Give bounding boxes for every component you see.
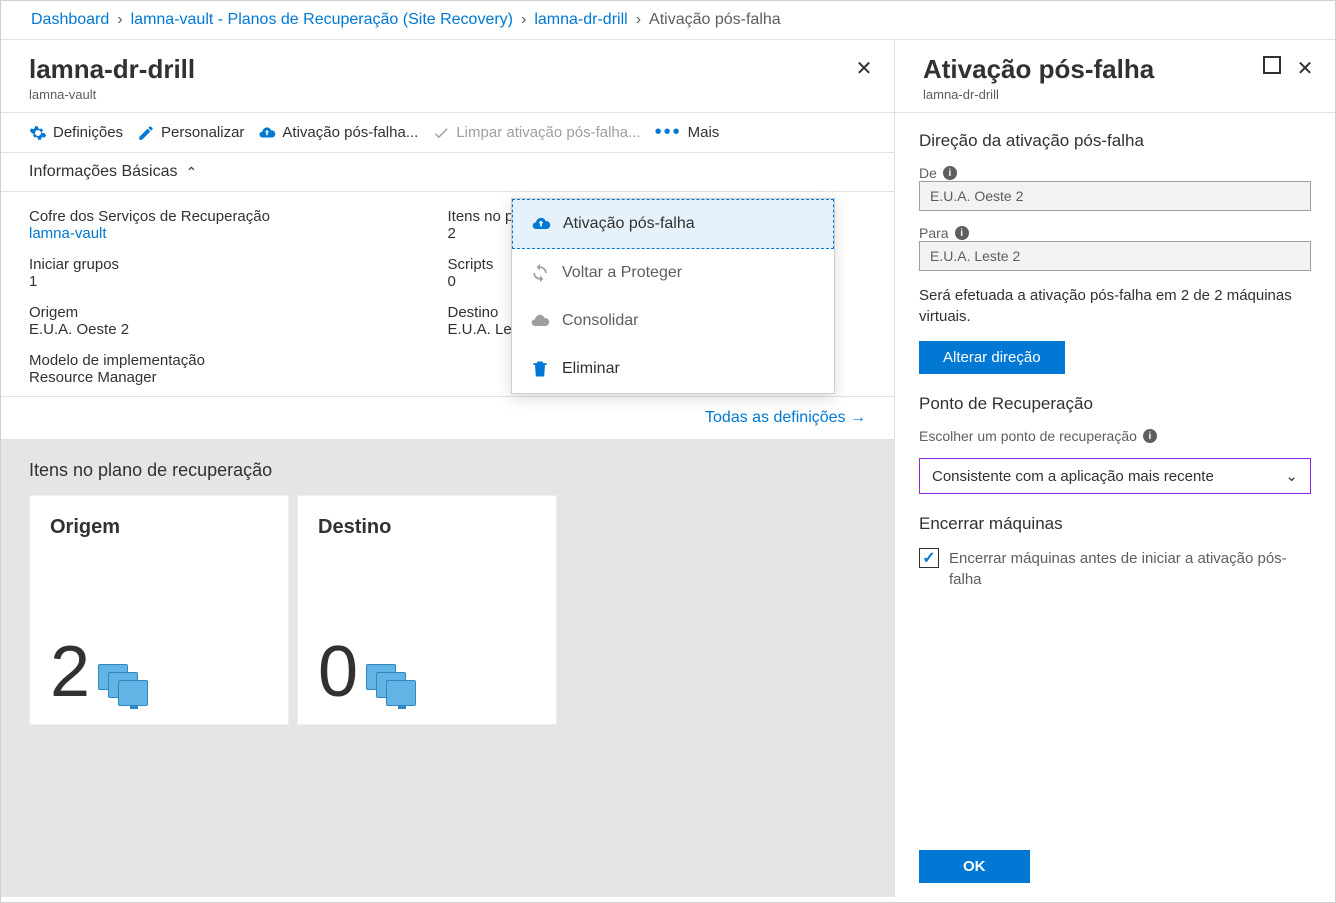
- chevron-right-icon: ›: [521, 11, 526, 29]
- menu-delete-label: Eliminar: [562, 360, 620, 378]
- chevron-down-icon: ⌄: [1285, 467, 1298, 485]
- maximize-icon[interactable]: [1263, 56, 1281, 74]
- cloud-check-icon: [530, 311, 550, 331]
- cloud-arrow-icon: [531, 214, 551, 234]
- breadcrumb-current: Ativação pós-falha: [649, 11, 781, 29]
- breadcrumb-link-dashboard[interactable]: Dashboard: [31, 11, 109, 29]
- vm-stack-icon: [98, 664, 150, 708]
- dest-tile[interactable]: Destino 0: [297, 495, 557, 725]
- vault-link[interactable]: lamna-vault: [29, 225, 448, 242]
- context-menu: Ativação pós-falha Voltar a Proteger Con…: [511, 198, 835, 394]
- pencil-icon: [137, 124, 155, 142]
- tiles-header: Itens no plano de recuperação: [29, 460, 866, 481]
- right-pane-header: Ativação pós-falha lamna-dr-drill ✕: [895, 40, 1335, 113]
- recovery-point-value: Consistente com a aplicação mais recente: [932, 468, 1214, 485]
- info-icon[interactable]: i: [1143, 429, 1157, 443]
- breadcrumb-link-vault[interactable]: lamna-vault - Planos de Recuperação (Sit…: [131, 11, 513, 29]
- all-settings-link[interactable]: Todas as definições →: [705, 409, 866, 426]
- right-pane: Ativação pós-falha lamna-dr-drill ✕ Dire…: [895, 40, 1335, 897]
- trash-icon: [530, 359, 550, 379]
- arrow-right-icon: →: [850, 409, 866, 426]
- gear-icon: [29, 124, 47, 142]
- cleanup-button: Limpar ativação pós-falha...: [432, 124, 640, 142]
- vm-stack-icon: [366, 664, 418, 708]
- recovery-point-header: Ponto de Recuperação: [919, 394, 1311, 414]
- from-input: [919, 181, 1311, 211]
- dest-tile-title: Destino: [318, 516, 536, 539]
- cleanup-label: Limpar ativação pós-falha...: [456, 124, 640, 141]
- ellipsis-icon: •••: [655, 121, 682, 144]
- menu-commit-label: Consolidar: [562, 312, 638, 330]
- groups-value: 1: [29, 273, 448, 290]
- essentials-toggle[interactable]: Informações Básicas ⌃: [1, 153, 894, 192]
- failover-label: Ativação pós-falha...: [282, 124, 418, 141]
- right-pane-title: Ativação pós-falha: [923, 54, 1315, 85]
- more-label: Mais: [688, 124, 720, 141]
- source-tile-count: 2: [50, 636, 90, 708]
- cloud-arrow-icon: [258, 124, 276, 142]
- all-settings-row: Todas as definições →: [1, 397, 894, 440]
- sync-icon: [530, 263, 550, 283]
- chevron-right-icon: ›: [636, 11, 641, 29]
- page-subtitle: lamna-vault: [29, 87, 874, 102]
- model-label: Modelo de implementação: [29, 352, 448, 369]
- checkmark-icon: [432, 124, 450, 142]
- change-direction-button[interactable]: Alterar direção: [919, 341, 1065, 374]
- shutdown-header: Encerrar máquinas: [919, 514, 1311, 534]
- left-pane: lamna-dr-drill lamna-vault ✕ Definições …: [1, 40, 895, 897]
- left-pane-header: lamna-dr-drill lamna-vault ✕: [1, 40, 894, 113]
- to-label: Para i: [919, 225, 1311, 241]
- tiles-area: Itens no plano de recuperação Origem 2 D…: [1, 440, 894, 897]
- source-value: E.U.A. Oeste 2: [29, 321, 448, 338]
- recovery-point-dropdown[interactable]: Consistente com a aplicação mais recente…: [919, 458, 1311, 494]
- source-tile[interactable]: Origem 2: [29, 495, 289, 725]
- menu-item-delete[interactable]: Eliminar: [512, 345, 834, 393]
- source-label: Origem: [29, 304, 448, 321]
- menu-reprotect-label: Voltar a Proteger: [562, 264, 682, 282]
- shutdown-checkbox[interactable]: [919, 548, 939, 568]
- breadcrumb: Dashboard › lamna-vault - Planos de Recu…: [1, 1, 1335, 40]
- page-title: lamna-dr-drill: [29, 54, 874, 85]
- model-value: Resource Manager: [29, 369, 448, 386]
- chevron-up-icon: ⌃: [186, 164, 198, 181]
- close-icon[interactable]: ✕: [1293, 56, 1317, 80]
- breadcrumb-link-plan[interactable]: lamna-dr-drill: [534, 11, 627, 29]
- vault-label: Cofre dos Serviços de Recuperação: [29, 208, 448, 225]
- recovery-point-label: Escolher um ponto de recuperação i: [919, 428, 1311, 444]
- source-tile-title: Origem: [50, 516, 268, 539]
- shutdown-checkbox-label: Encerrar máquinas antes de iniciar a ati…: [949, 548, 1311, 590]
- more-button[interactable]: ••• Mais: [655, 121, 720, 144]
- info-icon[interactable]: i: [955, 226, 969, 240]
- settings-label: Definições: [53, 124, 123, 141]
- customize-button[interactable]: Personalizar: [137, 124, 244, 142]
- settings-button[interactable]: Definições: [29, 124, 123, 142]
- dest-tile-count: 0: [318, 636, 358, 708]
- menu-item-commit[interactable]: Consolidar: [512, 297, 834, 345]
- failover-button[interactable]: Ativação pós-falha...: [258, 124, 418, 142]
- right-pane-subtitle: lamna-dr-drill: [923, 87, 1315, 102]
- toolbar: Definições Personalizar Ativação pós-fal…: [1, 113, 894, 153]
- menu-item-failover[interactable]: Ativação pós-falha: [512, 199, 834, 249]
- ok-button[interactable]: OK: [919, 850, 1030, 883]
- from-label: De i: [919, 165, 1311, 181]
- info-icon[interactable]: i: [943, 166, 957, 180]
- essentials-header-label: Informações Básicas: [29, 163, 178, 181]
- close-icon[interactable]: ✕: [852, 56, 876, 80]
- failover-note: Será efetuada a ativação pós-falha em 2 …: [919, 285, 1311, 327]
- footer-bar: OK: [895, 836, 1335, 897]
- menu-failover-label: Ativação pós-falha: [563, 215, 695, 233]
- to-input: [919, 241, 1311, 271]
- direction-header: Direção da ativação pós-falha: [919, 131, 1311, 151]
- customize-label: Personalizar: [161, 124, 244, 141]
- groups-label: Iniciar grupos: [29, 256, 448, 273]
- chevron-right-icon: ›: [117, 11, 122, 29]
- menu-item-reprotect[interactable]: Voltar a Proteger: [512, 249, 834, 297]
